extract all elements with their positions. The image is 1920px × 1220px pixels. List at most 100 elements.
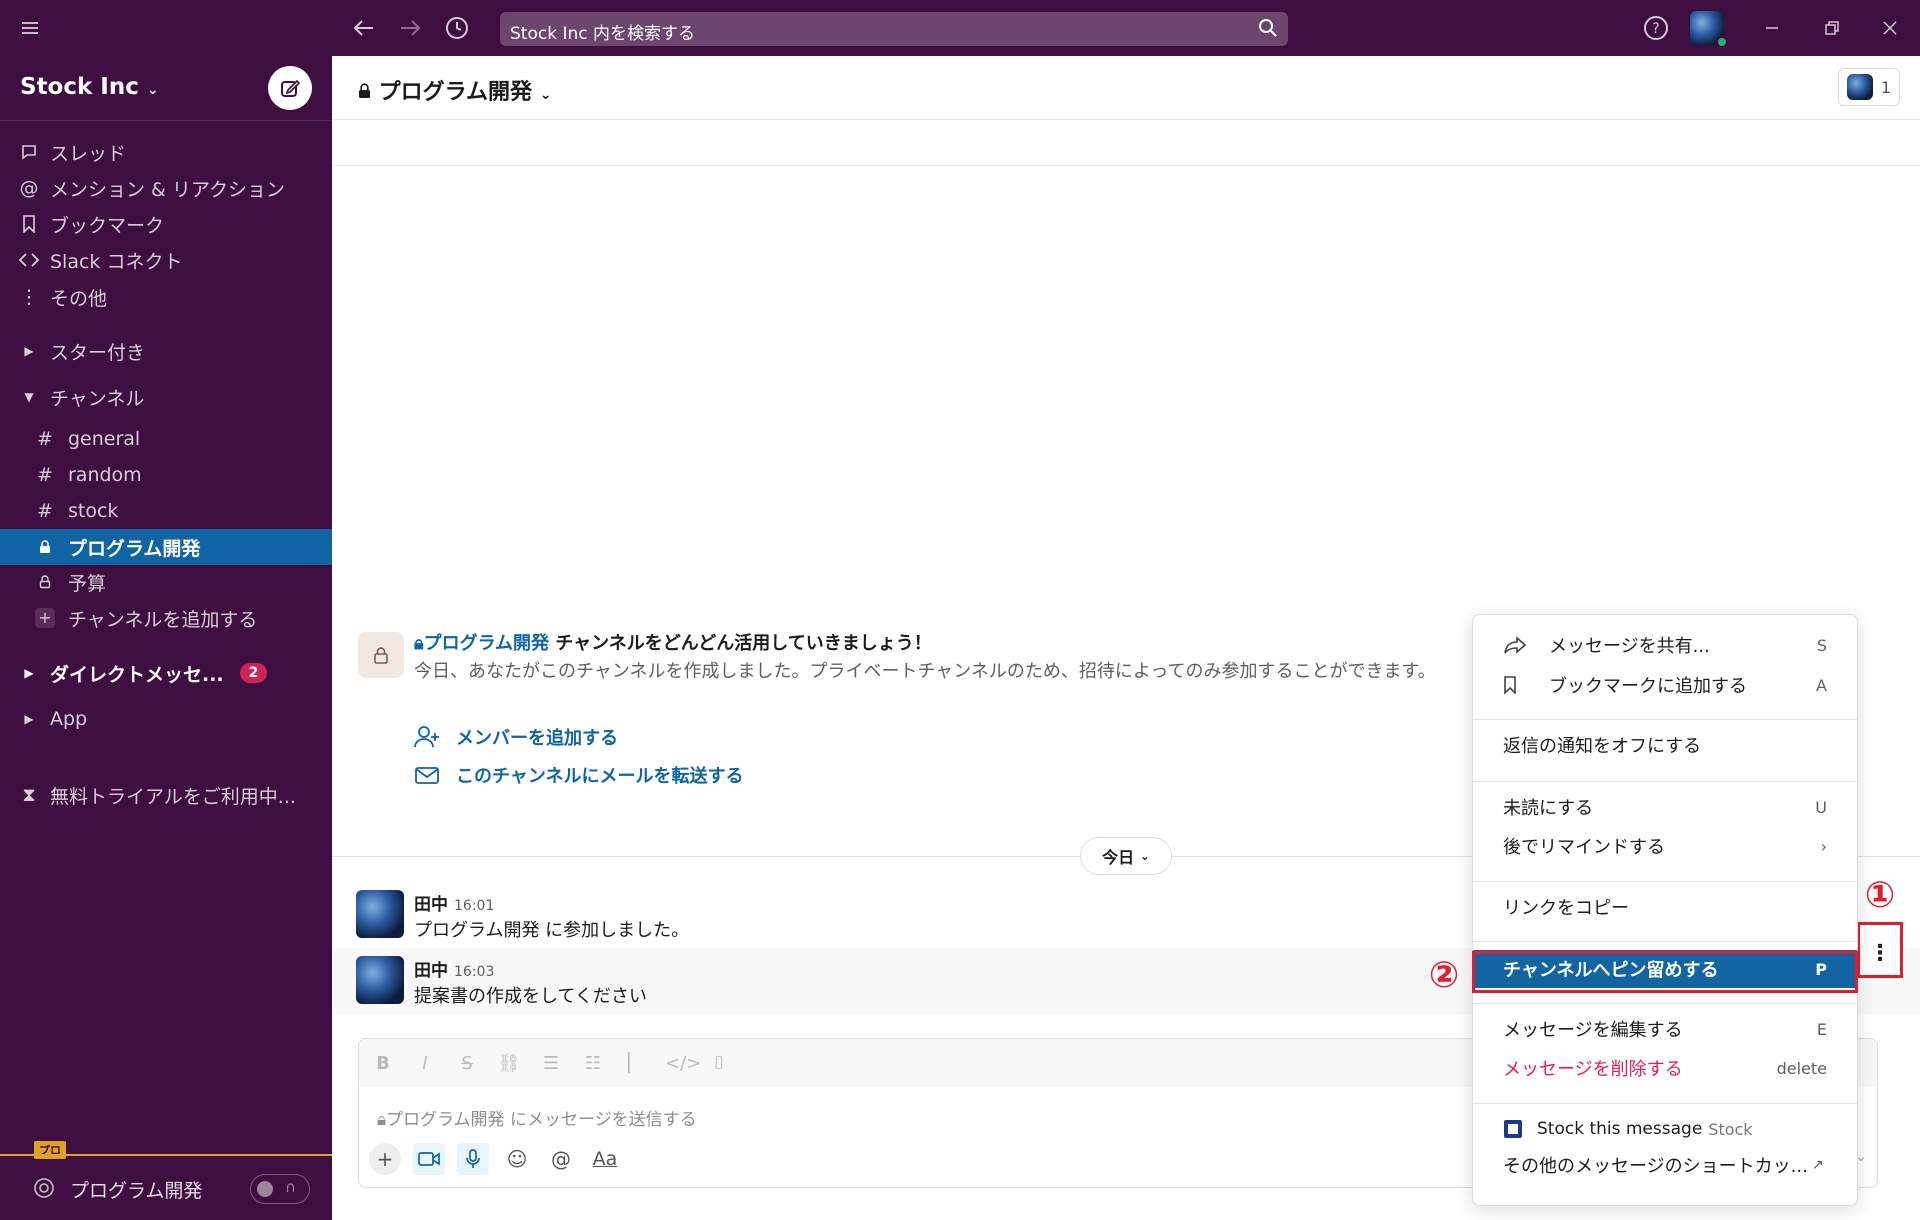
menu-mark-unread[interactable]: 未読にする U — [1473, 789, 1857, 825]
author-name[interactable]: 田中 — [414, 961, 448, 981]
section-label: スター付き — [50, 341, 146, 364]
trial-label: 無料トライアルをご利用中... — [50, 785, 296, 808]
workspace-switcher[interactable]: Stock Inc ⌄ — [20, 74, 159, 100]
author-name[interactable]: 田中 — [414, 895, 448, 915]
sidebar-item-label: その他 — [50, 287, 108, 310]
day-jump-button[interactable]: 今日 ⌄ — [1080, 837, 1172, 875]
section-label: App — [50, 708, 88, 730]
channel-label: プログラム開発 — [68, 537, 201, 560]
avatar[interactable] — [356, 890, 404, 938]
compose-button[interactable] — [268, 66, 312, 110]
bold-icon[interactable]: B — [371, 1053, 395, 1074]
sidebar-item-threads[interactable]: スレッド — [0, 135, 332, 169]
avatar[interactable] — [356, 956, 404, 1004]
sidebar-item-stock[interactable]: # stock — [0, 494, 332, 528]
sidebar-item-mentions[interactable]: @ メンション & リアクション — [0, 171, 332, 205]
menu-share-message[interactable]: メッセージを共有... S — [1473, 627, 1857, 663]
menu-more-shortcuts[interactable]: その他のメッセージのショートカッ... ↗ — [1473, 1147, 1857, 1183]
headphones-icon: ∩ — [285, 1178, 296, 1196]
channel-title-button[interactable]: プログラム開発 ⌄ — [358, 74, 551, 106]
chevron-down-icon: ⌄ — [146, 82, 159, 98]
trial-banner[interactable]: ⧗ 無料トライアルをご利用中... — [0, 778, 332, 812]
highlight-box — [1472, 951, 1858, 993]
section-label: チャンネル — [50, 387, 145, 410]
menu-item-label: メッセージを編集する — [1503, 1020, 1683, 1041]
mention-icon[interactable]: @ — [545, 1143, 577, 1175]
menu-stock-this-message[interactable]: Stock this message Stock — [1473, 1111, 1857, 1147]
bulleted-list-icon[interactable]: ☷ — [581, 1053, 605, 1074]
threads-icon — [14, 143, 44, 161]
channel-intro-title: 🔒︎プログラム開発 チャンネルをどんどん活用していきましょう！ — [414, 629, 932, 655]
stock-app-icon — [1503, 1119, 1529, 1139]
toggle-knob — [257, 1181, 273, 1197]
sidebar-section-dm[interactable]: ▶ ダイレクトメッセ... 2 — [0, 656, 332, 690]
sidebar-section-app[interactable]: ▶ App — [0, 702, 332, 736]
hash-icon: # — [37, 500, 53, 522]
sidebar-item-general[interactable]: # general — [0, 422, 332, 456]
video-icon[interactable] — [413, 1143, 445, 1175]
sidebar-section-channels[interactable]: ▼ チャンネル — [0, 380, 332, 414]
history-clock-icon[interactable] — [441, 12, 473, 44]
timestamp[interactable]: 16:03 — [454, 964, 494, 980]
shortcut-key: A — [1816, 675, 1827, 695]
emoji-icon[interactable]: ☺ — [501, 1143, 533, 1175]
unread-badge: 2 — [239, 663, 268, 683]
member-count: 1 — [1880, 77, 1891, 97]
sidebar-item-slack-connect[interactable]: Slack コネクト — [0, 243, 332, 277]
external-link-icon: ↗ — [1811, 1157, 1824, 1173]
menu-icon[interactable] — [14, 12, 46, 44]
compose-icon — [281, 79, 301, 97]
hash-icon: # — [37, 428, 53, 450]
composer-placeholder[interactable]: 🔒︎プログラム開発 にメッセージを送信する — [377, 1105, 697, 1130]
minimize-icon[interactable] — [1756, 12, 1788, 44]
sidebar-item-label: Slack コネクト — [50, 250, 183, 273]
strikethrough-icon[interactable]: S — [455, 1053, 479, 1074]
format-toggle-button[interactable]: Aa — [589, 1143, 621, 1175]
menu-add-bookmark[interactable]: ブックマークに追加する A — [1473, 667, 1857, 703]
channel-link[interactable]: 🔒︎プログラム開発 — [414, 633, 549, 654]
add-members-link[interactable]: メンバーを追加する — [414, 724, 618, 750]
italic-icon[interactable]: I — [413, 1053, 437, 1074]
restore-icon[interactable] — [1816, 12, 1848, 44]
back-arrow-icon[interactable] — [348, 12, 380, 44]
sidebar-item-bookmarks[interactable]: ブックマーク — [0, 207, 332, 241]
members-button[interactable]: 1 — [1838, 68, 1900, 106]
timestamp[interactable]: 16:01 — [454, 898, 494, 914]
ordered-list-icon[interactable]: ☰ — [539, 1053, 563, 1074]
menu-item-label: 後でリマインドする — [1503, 837, 1665, 858]
forward-arrow-icon[interactable] — [394, 12, 426, 44]
menu-delete-message[interactable]: メッセージを削除する delete — [1473, 1050, 1857, 1086]
menu-copy-link[interactable]: リンクをコピー — [1473, 889, 1857, 925]
menu-remind-later[interactable]: 後でリマインドする › — [1473, 828, 1857, 864]
sidebar-section-starred[interactable]: ▶ スター付き — [0, 334, 332, 368]
search-input[interactable]: Stock Inc 内を検索する — [500, 12, 1288, 46]
share-arrow-icon — [1503, 636, 1529, 654]
channel-intro-description: 今日、あなたがこのチャンネルを作成しました。プライベートチャンネルのため、招待に… — [414, 661, 1436, 682]
add-channel-button[interactable]: + チャンネルを追加する — [0, 601, 332, 635]
sidebar-item-program-dev[interactable]: プログラム開発 — [0, 529, 332, 565]
close-icon[interactable] — [1874, 12, 1906, 44]
online-status-dot — [1716, 36, 1728, 48]
email-forward-link[interactable]: このチャンネルにメールを転送する — [414, 762, 743, 788]
caret-right-icon: ▶ — [24, 712, 34, 726]
sidebar-item-more[interactable]: ⋮ その他 — [0, 280, 332, 314]
intro-text: チャンネルをどんどん活用していきましょう！ — [549, 633, 932, 654]
sidebar-item-random[interactable]: # random — [0, 458, 332, 492]
plus-icon[interactable]: + — [369, 1143, 401, 1175]
link-icon[interactable]: ⛓ — [497, 1053, 521, 1074]
huddle-toggle[interactable]: ∩ — [250, 1174, 310, 1204]
caret-down-icon: ▼ — [24, 390, 34, 404]
email-icon — [414, 764, 444, 786]
code-block-icon[interactable]: ⌷ — [707, 1053, 731, 1074]
menu-turn-off-reply-notifications[interactable]: 返信の通知をオフにする — [1473, 727, 1857, 763]
microphone-icon[interactable] — [457, 1143, 489, 1175]
step-1-marker: ① — [1864, 875, 1896, 916]
menu-divider — [1473, 1003, 1857, 1004]
sidebar-item-budget[interactable]: 予算 — [0, 565, 332, 599]
code-icon[interactable]: </> — [665, 1053, 701, 1074]
menu-edit-message[interactable]: メッセージを編集する E — [1473, 1011, 1857, 1047]
slack-connect-icon — [14, 252, 44, 268]
menu-item-label: 未読にする — [1503, 798, 1594, 819]
blockquote-icon[interactable]: ▏ — [623, 1053, 647, 1074]
help-icon[interactable]: ? — [1640, 12, 1672, 44]
